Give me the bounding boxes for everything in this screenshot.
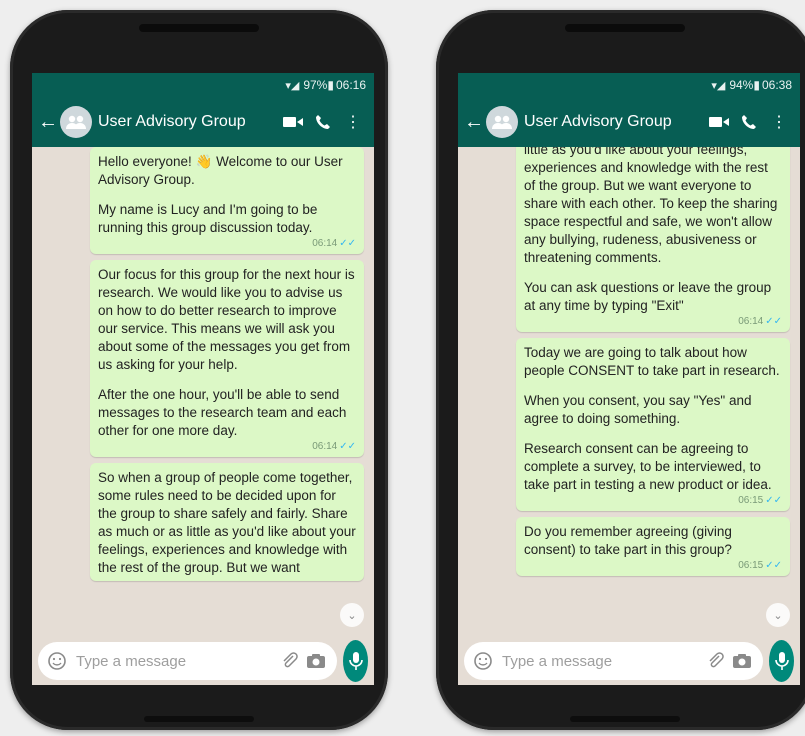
emoji-icon[interactable] (46, 650, 68, 672)
phone-chin (570, 716, 680, 722)
mic-icon (348, 652, 363, 670)
more-options-icon[interactable]: ⋮ (338, 112, 368, 132)
group-title[interactable]: User Advisory Group (98, 113, 278, 131)
mic-button[interactable] (343, 640, 368, 682)
voice-call-icon[interactable] (308, 114, 338, 130)
message-time: 06:14 (312, 441, 338, 452)
message-meta: 06:14 ✓✓ (98, 441, 356, 453)
message-time: 06:14 (738, 316, 764, 327)
message-text: You can ask questions or leave the group… (524, 280, 772, 313)
message-text: Our focus for this group for the next ho… (98, 267, 355, 372)
signal-icon: ▾◢ (711, 79, 726, 92)
read-ticks-icon: ✓✓ (765, 495, 782, 506)
chat-header: ← User Advisory Group ⋮ (32, 97, 374, 147)
battery-percent: 97% (303, 78, 328, 92)
message-bubble: Our focus for this group for the next ho… (90, 260, 364, 457)
message-text: Research consent can be agreeing to comp… (524, 441, 772, 492)
voice-call-icon[interactable] (734, 114, 764, 130)
message-text: Hello everyone! 👋 Welcome to our User Ad… (98, 154, 343, 187)
message-text: After the one hour, you'll be able to se… (98, 387, 347, 438)
read-ticks-icon: ✓✓ (765, 316, 782, 327)
more-options-icon[interactable]: ⋮ (764, 112, 794, 132)
message-list: Hello everyone! 👋 Welcome to our User Ad… (32, 147, 374, 637)
group-avatar[interactable] (60, 106, 92, 138)
message-text: When you consent, you say "Yes" and agre… (524, 393, 752, 426)
read-ticks-icon: ✓✓ (339, 238, 356, 249)
message-meta: 06:14 ✓✓ (524, 316, 782, 328)
status-time: 06:16 (335, 78, 366, 92)
message-bubble: So when a group of people come together,… (90, 463, 364, 581)
read-ticks-icon: ✓✓ (765, 560, 782, 571)
message-text: So when a group of people come together,… (98, 470, 356, 575)
emoji-icon[interactable] (472, 650, 494, 672)
battery-percent: 94% (729, 78, 754, 92)
video-call-icon[interactable] (704, 115, 734, 129)
message-meta: 06:14 ✓✓ (98, 238, 356, 250)
phone-speaker (139, 24, 259, 32)
message-meta: 06:15 ✓✓ (524, 495, 782, 507)
message-text: Do you remember agreeing (giving consent… (524, 524, 732, 557)
group-title[interactable]: User Advisory Group (524, 113, 704, 131)
phone-speaker (565, 24, 685, 32)
chat-screen: ▾◢ 94% ▮ 06:38 ← User Advisory Group ⋮ l… (458, 73, 800, 685)
message-input-box (38, 642, 337, 680)
scroll-down-button[interactable]: ⌄ (766, 603, 790, 627)
message-list: little as you'd like about your feelings… (458, 147, 800, 637)
mic-button[interactable] (769, 640, 794, 682)
back-arrow-icon[interactable]: ← (38, 111, 58, 134)
message-input[interactable] (74, 651, 277, 671)
message-bubble: little as you'd like about your feelings… (516, 147, 790, 332)
phone-chin (144, 716, 254, 722)
message-bubble: Do you remember agreeing (giving consent… (516, 517, 790, 576)
group-icon (492, 115, 512, 129)
read-ticks-icon: ✓✓ (339, 441, 356, 452)
message-input[interactable] (500, 651, 703, 671)
message-time: 06:14 (312, 238, 338, 249)
message-time: 06:15 (738, 495, 764, 506)
battery-icon: ▮ (753, 78, 760, 92)
chat-screen: ▾◢ 97% ▮ 06:16 ← User Advisory Group ⋮ H… (32, 73, 374, 685)
group-avatar[interactable] (486, 106, 518, 138)
video-call-icon[interactable] (278, 115, 308, 129)
back-arrow-icon[interactable]: ← (464, 111, 484, 134)
scroll-down-button[interactable]: ⌄ (340, 603, 364, 627)
message-text: My name is Lucy and I'm going to be runn… (98, 202, 318, 235)
input-bar (32, 637, 374, 685)
status-time: 06:38 (761, 78, 792, 92)
signal-icon: ▾◢ (285, 79, 300, 92)
attach-icon[interactable] (277, 652, 303, 670)
mic-icon (774, 652, 789, 670)
message-bubble: Today we are going to talk about how peo… (516, 338, 790, 511)
input-bar (458, 637, 800, 685)
phone-right: ▾◢ 94% ▮ 06:38 ← User Advisory Group ⋮ l… (436, 10, 805, 730)
camera-icon[interactable] (729, 653, 755, 669)
phone-left: ▾◢ 97% ▮ 06:16 ← User Advisory Group ⋮ H… (10, 10, 388, 730)
message-bubble: Hello everyone! 👋 Welcome to our User Ad… (90, 147, 364, 254)
chat-header: ← User Advisory Group ⋮ (458, 97, 800, 147)
message-time: 06:15 (738, 560, 764, 571)
message-meta: 06:15 ✓✓ (524, 560, 782, 572)
attach-icon[interactable] (703, 652, 729, 670)
message-text: Today we are going to talk about how peo… (524, 345, 780, 378)
status-bar: ▾◢ 94% ▮ 06:38 (458, 73, 800, 97)
camera-icon[interactable] (303, 653, 329, 669)
group-icon (66, 115, 86, 129)
message-text: little as you'd like about your feelings… (524, 147, 778, 265)
message-input-box (464, 642, 763, 680)
status-bar: ▾◢ 97% ▮ 06:16 (32, 73, 374, 97)
battery-icon: ▮ (327, 78, 334, 92)
